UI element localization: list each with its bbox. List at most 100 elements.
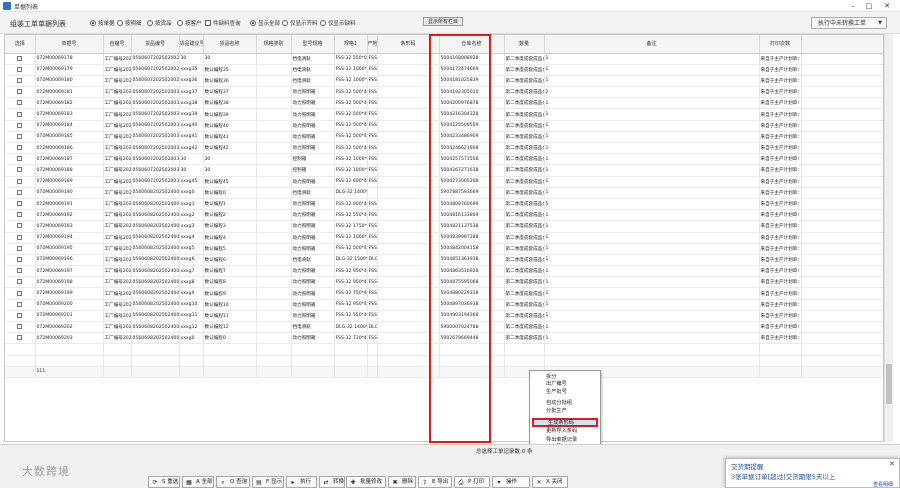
table-row[interactable]: 072M00069202工厂编号202502805606082025024001…: [5, 321, 883, 334]
close-icon[interactable]: ✕: [889, 460, 895, 468]
radio-icon[interactable]: [282, 20, 288, 26]
row-checkbox[interactable]: [17, 66, 23, 72]
table-row[interactable]: 072M00069189工厂编号202412805606072025020030…: [5, 176, 883, 188]
table-row[interactable]: 072M00069183工厂编号202412805606072025020030…: [5, 108, 883, 121]
row-checkbox[interactable]: [17, 55, 23, 61]
row-select-cell[interactable]: [5, 332, 36, 345]
action-button[interactable]: ⇪ E 导出: [418, 476, 452, 488]
table-row[interactable]: 072M00069188工厂编号202412805606072025020030…: [5, 164, 883, 177]
table-row[interactable]: 072M00069184工厂编号202412805606072025020030…: [5, 120, 883, 132]
action-button[interactable]: ✚ 批量修改: [346, 476, 386, 488]
table-row[interactable]: 072M00069203工厂编号202502805606082025024001…: [5, 332, 883, 345]
action-button[interactable]: ⟳ S 重选: [148, 476, 180, 488]
row-select-cell[interactable]: [5, 321, 36, 334]
option-show-complete[interactable]: 仅显示齐料: [282, 19, 318, 27]
document-grid[interactable]: 选择 单据号 自编号 货品编号 货品建议号 货品名称 规格类别 型号规格 规格1 产地 条形码 仓库名…: [4, 34, 884, 442]
row-select-cell[interactable]: [5, 232, 36, 244]
row-select-cell[interactable]: [5, 299, 36, 311]
radio-icon[interactable]: [177, 20, 183, 26]
column-header[interactable]: 货品建议号: [179, 35, 204, 54]
row-checkbox[interactable]: [17, 290, 23, 296]
scrollbar-thumb[interactable]: [886, 364, 892, 404]
row-checkbox[interactable]: [17, 189, 23, 195]
column-header[interactable]: 规格1: [334, 35, 368, 54]
row-select-cell[interactable]: [5, 265, 36, 278]
table-row[interactable]: 072M00069201工厂编号202502805606082025024001…: [5, 310, 883, 323]
row-select-cell[interactable]: [5, 254, 36, 267]
exec-unconverted-button[interactable]: 执行中未转换工单 ▼: [811, 17, 887, 29]
action-button[interactable]: ✖ 删除: [388, 476, 416, 488]
option-show-all[interactable]: 显示全部: [250, 19, 280, 27]
radio-icon[interactable]: [250, 20, 256, 26]
option-shortage-query[interactable]: 件缺料查询: [205, 19, 241, 27]
row-select-cell[interactable]: [5, 64, 36, 76]
context-menu-item[interactable]: 分批生产: [532, 407, 598, 416]
row-checkbox[interactable]: [17, 77, 23, 83]
minimize-icon[interactable]: –: [846, 1, 860, 11]
row-checkbox[interactable]: [17, 223, 23, 229]
context-menu-item[interactable]: 生产批号: [532, 388, 598, 397]
table-row[interactable]: 072M00069195工厂编号202502805606082025024000…: [5, 243, 883, 255]
radio-icon[interactable]: [117, 20, 123, 26]
row-select-cell[interactable]: [5, 176, 36, 188]
radio-icon[interactable]: [320, 20, 326, 26]
column-header[interactable]: 单位: [801, 35, 883, 54]
vertical-scrollbar[interactable]: [884, 34, 893, 442]
column-header[interactable]: 选择: [5, 35, 36, 54]
table-row[interactable]: 072M00069193工厂编号202502805606082025024000…: [5, 220, 883, 233]
action-button[interactable]: ✕ X 关闭: [532, 476, 568, 488]
maximize-icon[interactable]: □: [862, 1, 876, 11]
table-row[interactable]: 072M00069182工厂编号202412805606072025020030…: [5, 97, 883, 110]
row-select-cell[interactable]: [5, 53, 36, 65]
row-checkbox[interactable]: [17, 268, 23, 274]
action-button[interactable]: ▦ A 全部: [182, 476, 214, 488]
column-header[interactable]: 规格类别: [256, 35, 292, 54]
row-checkbox[interactable]: [17, 245, 23, 251]
row-checkbox[interactable]: [17, 312, 23, 318]
column-header[interactable]: 货品名称: [203, 35, 257, 54]
row-select-cell[interactable]: [5, 243, 36, 255]
row-checkbox[interactable]: [17, 145, 23, 151]
row-checkbox[interactable]: [17, 256, 23, 262]
row-select-cell[interactable]: [5, 153, 36, 166]
table-row[interactable]: 072M00069200工厂编号202502805606082025024001…: [5, 299, 883, 311]
column-header[interactable]: 产地: [367, 35, 378, 54]
row-checkbox[interactable]: [17, 156, 23, 162]
show-all-columns-tab[interactable]: 显示所有栏目: [423, 17, 463, 26]
row-checkbox[interactable]: [17, 301, 23, 307]
view-details-link[interactable]: 查看明细: [873, 481, 893, 488]
row-checkbox[interactable]: [17, 122, 23, 128]
row-checkbox[interactable]: [17, 279, 23, 285]
radio-icon[interactable]: [90, 20, 96, 26]
table-row[interactable]: 072M00069192工厂编号202502805606082025024000…: [5, 209, 883, 222]
row-checkbox[interactable]: [17, 89, 23, 95]
row-checkbox[interactable]: [17, 167, 23, 173]
row-checkbox[interactable]: [17, 178, 23, 184]
row-select-cell[interactable]: [5, 97, 36, 110]
table-row[interactable]: 072M00069181工厂编号202412805606072025020030…: [5, 86, 883, 99]
option-by-document[interactable]: 按单据: [90, 19, 115, 27]
table-row[interactable]: 072M00069178工厂编号202412805606072025020020…: [5, 53, 883, 65]
column-header[interactable]: 型号规格: [291, 35, 335, 54]
row-select-cell[interactable]: [5, 120, 36, 132]
row-select-cell[interactable]: [5, 131, 36, 144]
row-select-cell[interactable]: [5, 86, 36, 99]
row-checkbox[interactable]: [17, 111, 23, 117]
action-button[interactable]: ▸ 执行: [286, 476, 317, 488]
row-select-cell[interactable]: [5, 75, 36, 88]
column-header[interactable]: 货品编号: [131, 35, 180, 54]
table-row[interactable]: 072M00069196工厂编号202502805606082025024000…: [5, 254, 883, 267]
row-select-cell[interactable]: [5, 310, 36, 323]
row-select-cell[interactable]: [5, 198, 36, 211]
row-checkbox[interactable]: [17, 212, 23, 218]
column-header[interactable]: 数量: [504, 35, 545, 54]
column-header[interactable]: 条形码: [377, 35, 440, 54]
radio-icon[interactable]: [147, 20, 153, 26]
column-header[interactable]: 备注: [544, 35, 760, 54]
row-checkbox[interactable]: [17, 234, 23, 240]
column-header[interactable]: 打印次数: [759, 35, 802, 54]
row-checkbox[interactable]: [17, 335, 23, 341]
table-row[interactable]: 072M00069199工厂编号202502805606082025024001…: [5, 287, 883, 300]
table-row[interactable]: 072M00069179工厂编号202412805606072025020020…: [5, 64, 883, 76]
action-button[interactable]: ⌕ Q 查询: [216, 476, 250, 488]
